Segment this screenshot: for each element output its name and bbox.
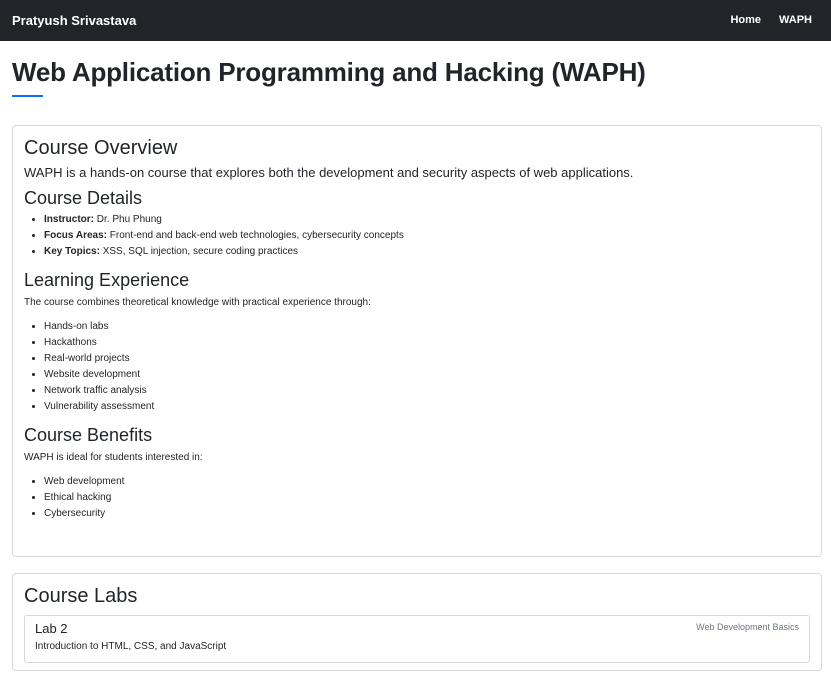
course-benefits-title: Course Benefits: [24, 425, 153, 445]
list-item: Web development: [44, 474, 810, 490]
list-item: Real-world projects: [44, 351, 810, 367]
learning-experience-list: Hands-on labs Hackathons Real-world proj…: [24, 319, 810, 415]
course-overview-title: Course Overview: [24, 137, 178, 159]
learning-experience-intro: The course combines theoretical knowledg…: [24, 297, 371, 308]
list-item: Network traffic analysis: [44, 383, 810, 399]
lab-item[interactable]: Lab 2 Web Development Basics Introductio…: [24, 615, 810, 663]
lab-title: Lab 2: [35, 621, 68, 636]
title-underline: [12, 95, 43, 97]
list-item: Key Topics: XSS, SQL injection, secure c…: [44, 244, 810, 260]
nav-link-home[interactable]: Home: [721, 0, 770, 41]
list-item: Instructor: Dr. Phu Phung: [44, 212, 810, 228]
course-details-list: Instructor: Dr. Phu Phung Focus Areas: F…: [24, 212, 810, 260]
list-item: Ethical hacking: [44, 490, 810, 506]
course-overview-card: Course Overview WAPH is a hands-on cours…: [12, 125, 822, 557]
detail-label: Key Topics:: [44, 246, 100, 257]
lab-description: Introduction to HTML, CSS, and JavaScrip…: [35, 641, 227, 652]
lab-tag: Web Development Basics: [696, 622, 799, 632]
detail-label: Focus Areas:: [44, 230, 107, 241]
list-item: Focus Areas: Front-end and back-end web …: [44, 228, 810, 244]
detail-value: Front-end and back-end web technologies,…: [109, 230, 404, 241]
brand-link[interactable]: Pratyush Srivastava: [12, 13, 136, 28]
learning-experience-title: Learning Experience: [24, 270, 190, 290]
course-labs-title: Course Labs: [24, 585, 138, 607]
page-header: Web Application Programming and Hacking …: [0, 41, 831, 97]
nav-link-waph[interactable]: WAPH: [770, 0, 819, 41]
detail-value: XSS, SQL injection, secure coding practi…: [102, 246, 299, 257]
course-labs-card: Course Labs Lab 2 Web Development Basics…: [12, 573, 822, 671]
list-item: Vulnerability assessment: [44, 399, 810, 415]
course-benefits-intro: WAPH is ideal for students interested in…: [24, 452, 203, 463]
list-item: Hands-on labs: [44, 319, 810, 335]
list-item: Website development: [44, 367, 810, 383]
list-item: Cybersecurity: [44, 506, 810, 522]
detail-label: Instructor:: [44, 214, 94, 225]
course-benefits-list: Web development Ethical hacking Cybersec…: [24, 474, 810, 522]
page-title: Web Application Programming and Hacking …: [12, 57, 646, 87]
list-item: Hackathons: [44, 335, 810, 351]
detail-value: Dr. Phu Phung: [96, 214, 162, 225]
top-navbar: Pratyush Srivastava Home WAPH: [0, 0, 831, 41]
course-details-title: Course Details: [24, 188, 143, 208]
nav-links: Home WAPH: [721, 0, 819, 41]
course-overview-lead: WAPH is a hands-on course that explores …: [24, 165, 634, 180]
